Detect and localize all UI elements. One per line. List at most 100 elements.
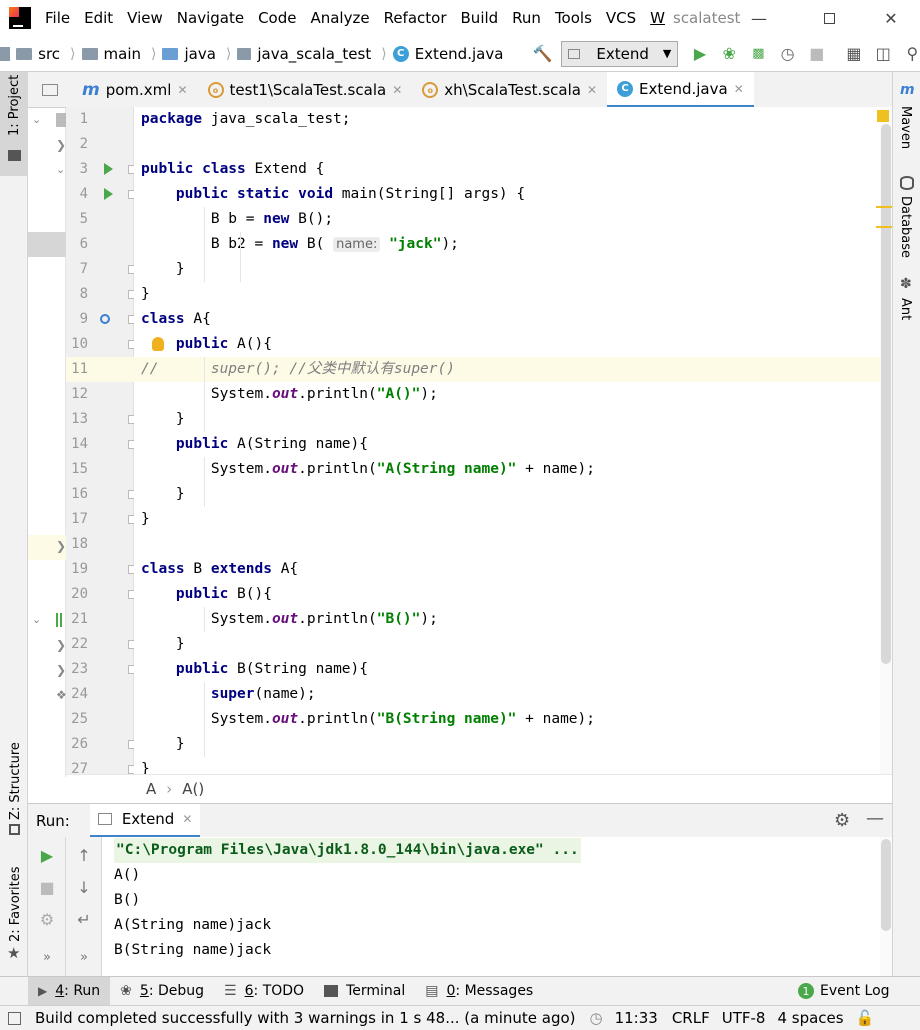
crumb-java[interactable]: java — [162, 45, 216, 63]
line-number[interactable]: 2 — [66, 132, 88, 157]
stop-icon[interactable]: ■ — [809, 44, 824, 63]
line-number[interactable]: 15 — [66, 457, 88, 482]
breadcrumb-method[interactable]: A() — [182, 780, 204, 798]
run-tab-extend[interactable]: Extend ✕ — [89, 803, 201, 838]
code-line[interactable]: // super(); //父类中默认有super() — [134, 357, 880, 382]
minimize-button[interactable]: — — [736, 0, 782, 36]
menu-build[interactable]: Build — [461, 9, 499, 27]
line-number[interactable]: 1 — [66, 107, 88, 132]
code-line[interactable]: System.out.println("B(String name)" + na… — [134, 707, 880, 732]
console-scroll-thumb[interactable] — [881, 839, 891, 931]
run-config-select[interactable]: Extend ▼ — [561, 40, 679, 67]
menu-tools[interactable]: Tools — [555, 9, 592, 27]
line-number[interactable]: 26 — [66, 732, 88, 757]
database-tool-button[interactable]: Database — [898, 196, 913, 258]
presentation-icon[interactable]: ◫ — [876, 44, 891, 63]
stop-icon[interactable]: ■ — [35, 875, 59, 899]
run-gutter-icon[interactable] — [104, 188, 113, 200]
caret-position[interactable]: 11:33 — [615, 1009, 658, 1027]
menu-window[interactable]: W — [650, 9, 665, 27]
file-encoding[interactable]: UTF-8 — [722, 1009, 766, 1027]
project-structure-icon[interactable]: ▦ — [846, 44, 861, 63]
maximize-button[interactable] — [806, 0, 852, 36]
menu-analyze[interactable]: Analyze — [310, 9, 369, 27]
intention-bulb-icon[interactable] — [152, 337, 164, 351]
messages-tool-button[interactable]: ▤ 0: Messages — [415, 977, 543, 1006]
code-line[interactable]: public A(String name){ — [134, 432, 880, 457]
code-line[interactable]: } — [134, 407, 880, 432]
hide-panel-icon[interactable]: — — [866, 808, 884, 829]
chevron-right-icon[interactable]: ❯ — [56, 663, 66, 677]
ant-tool-button[interactable]: Ant — [898, 298, 913, 320]
code-line[interactable]: super(name); — [134, 682, 880, 707]
code-line[interactable]: } — [134, 482, 880, 507]
code-line[interactable]: public static void main(String[] args) { — [134, 182, 880, 207]
menu-edit[interactable]: Edit — [84, 9, 113, 27]
code-line[interactable] — [134, 132, 880, 157]
warning-status-icon[interactable] — [877, 110, 889, 122]
line-number[interactable]: 11 — [66, 357, 88, 382]
close-icon[interactable]: ✕ — [587, 83, 597, 97]
line-number[interactable]: 6 — [66, 232, 88, 257]
debug-tool-button[interactable]: ❀ 5: Debug — [110, 977, 214, 1006]
crumb-main[interactable]: main — [81, 45, 141, 63]
chevron-down-icon[interactable]: ⌄ — [32, 113, 41, 126]
toggle-tool-windows-icon[interactable] — [8, 1011, 21, 1025]
menu-vcs[interactable]: VCS — [606, 9, 636, 27]
code-line[interactable]: } — [134, 282, 880, 307]
overridden-marker-icon[interactable] — [100, 314, 110, 324]
editor-scroll-thumb[interactable] — [881, 124, 891, 664]
chevron-right-icon[interactable]: ❯ — [56, 138, 66, 152]
line-number[interactable]: 9 — [66, 307, 88, 332]
more-icon[interactable]: » — [35, 945, 59, 969]
menu-navigate[interactable]: Navigate — [177, 9, 244, 27]
code-line[interactable]: } — [134, 632, 880, 657]
coverage-icon[interactable]: ▩ — [751, 45, 766, 63]
console-scrollbar[interactable] — [880, 837, 892, 976]
code-line[interactable]: B b2 = new B( name: "jack"); — [134, 232, 880, 257]
code-line[interactable]: public class Extend { — [134, 157, 880, 182]
line-number[interactable]: 24 — [66, 682, 88, 707]
code-line[interactable]: System.out.println("A()"); — [134, 382, 880, 407]
terminal-tool-button[interactable]: Terminal — [314, 977, 415, 1006]
line-number[interactable]: 20 — [66, 582, 88, 607]
close-icon[interactable]: ✕ — [392, 83, 402, 97]
lock-icon[interactable]: 🔓 — [856, 1009, 875, 1027]
profile-icon[interactable]: ◷ — [780, 44, 795, 63]
code-line[interactable]: public B(String name){ — [134, 657, 880, 682]
more-icon[interactable]: » — [72, 945, 96, 969]
menu-run[interactable]: Run — [512, 9, 541, 27]
debug-icon[interactable]: ❀ — [722, 44, 737, 63]
line-number[interactable]: 3 — [66, 157, 88, 182]
crumb-src[interactable]: src — [16, 45, 60, 63]
tab-pom-xml[interactable]: m pom.xml ✕ — [72, 72, 198, 108]
run-tool-button[interactable]: ▶ 4: Run — [28, 976, 111, 1006]
menu-refactor[interactable]: Refactor — [384, 9, 447, 27]
line-number[interactable]: 10 — [66, 332, 88, 357]
code-line[interactable] — [134, 532, 880, 557]
code-line[interactable]: System.out.println("A(String name)" + na… — [134, 457, 880, 482]
search-icon[interactable]: ⚲ — [905, 44, 920, 63]
code-line[interactable]: class B extends A{ — [134, 557, 880, 582]
line-number[interactable]: 17 — [66, 507, 88, 532]
restore-layout-icon[interactable]: ⚙ — [35, 907, 59, 931]
chevron-right-icon[interactable]: ❯ — [56, 539, 66, 553]
warning-marker[interactable] — [876, 226, 892, 228]
line-number[interactable]: 8 — [66, 282, 88, 307]
code-line[interactable]: } — [134, 257, 880, 282]
chevron-down-icon[interactable]: ⌄ — [32, 613, 41, 626]
event-log-button[interactable]: 1 Event Log — [788, 977, 900, 1006]
run-console[interactable]: "C:\Program Files\Java\jdk1.8.0_144\bin\… — [102, 837, 880, 976]
code-editor[interactable]: package java_scala_test; public class Ext… — [134, 107, 880, 774]
close-icon[interactable]: ✕ — [182, 812, 192, 826]
arrow-down-icon[interactable]: ↓ — [72, 875, 96, 899]
code-line[interactable]: } — [134, 757, 880, 774]
code-line[interactable]: } — [134, 507, 880, 532]
status-message[interactable]: Build completed successfully with 3 warn… — [35, 1009, 576, 1027]
close-icon[interactable]: ✕ — [177, 83, 187, 97]
menu-file[interactable]: File — [45, 9, 70, 27]
close-icon[interactable]: ✕ — [734, 82, 744, 96]
indent-setting[interactable]: 4 spaces — [777, 1009, 843, 1027]
code-line[interactable]: public A(){ — [134, 332, 880, 357]
todo-tool-button[interactable]: ☰ 6: TODO — [214, 977, 314, 1006]
